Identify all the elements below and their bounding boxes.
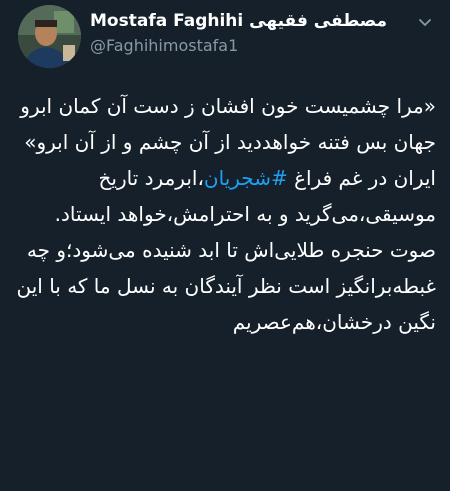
tweet-text: «مرا چشمیست خون افشان ز دست آن کمان ابرو… [10,88,436,340]
tweet-paragraph-2: جهان بس فتنه خواهددید از آن چشم و از آن … [24,130,436,154]
avatar-image [18,5,81,68]
tweet-paragraph-4: صوت حنجره طلایی‌اش تا ابد شنیده می‌شود؛و… [16,238,436,334]
tweet-paragraph-1: «مرا چشمیست خون افشان ز دست آن کمان ابرو [20,94,436,118]
author-name-row: Mostafa Faghihi مصطفی فقیهی [90,10,387,32]
tweet-paragraph-3: ایران در غم فراغ #شجریان،ابرمرد تاریخ مو… [10,160,436,232]
author-display-name[interactable]: Mostafa Faghihi مصطفی فقیهی [90,11,387,31]
hashtag-link[interactable]: #شجریان [204,166,288,190]
author-handle[interactable]: @Faghihimostafa1 [90,36,238,55]
tweet-card[interactable]: Mostafa Faghihi مصطفی فقیهی @Faghihimost… [0,0,450,491]
author-avatar[interactable] [18,5,81,68]
chevron-down-icon[interactable] [416,13,434,31]
tweet-text-before-hashtag: ایران در غم فراغ [287,166,436,190]
